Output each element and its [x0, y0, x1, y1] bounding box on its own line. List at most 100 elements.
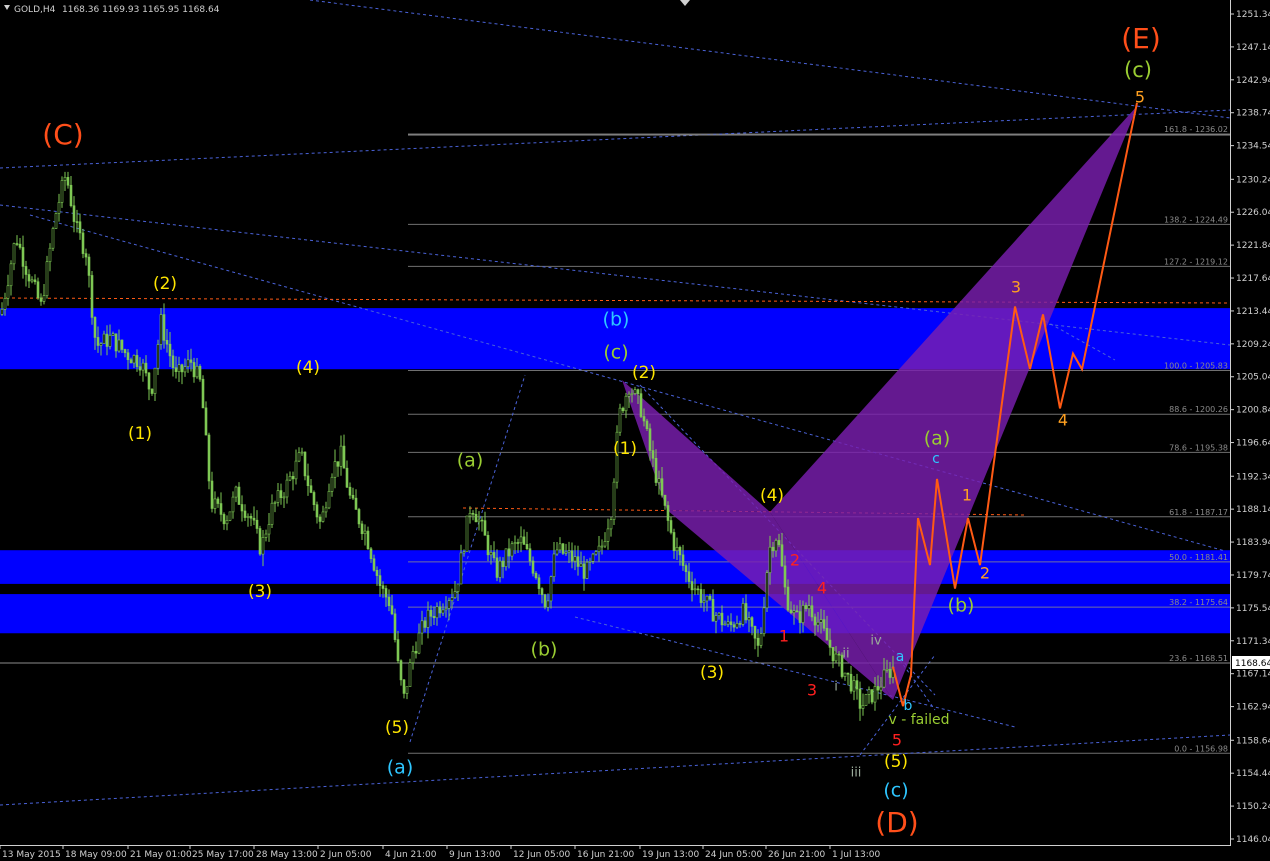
candle-body — [732, 624, 736, 628]
price-tick-label: 1247.14 — [1236, 43, 1270, 53]
candle-body — [582, 563, 586, 579]
price-tick-label: 1251.34 — [1236, 10, 1270, 20]
candle-body — [879, 686, 883, 691]
candle-body — [516, 542, 520, 544]
candle-body — [756, 637, 760, 646]
candle-body — [543, 594, 547, 608]
fib-level-label: 61.8 - 1187.17 — [1169, 508, 1228, 517]
candle-body — [273, 502, 277, 504]
wave-label: (b) — [531, 639, 558, 661]
wave-label: (D) — [875, 806, 918, 839]
candle-body — [99, 343, 103, 346]
candle-body — [432, 616, 436, 619]
candle-body — [270, 502, 274, 525]
candle-body — [768, 546, 772, 573]
price-tick-label: 1196.64 — [1236, 439, 1270, 449]
candle-body — [657, 478, 661, 483]
candle-body — [129, 359, 133, 364]
candle-body — [837, 653, 841, 656]
candle-body — [30, 279, 34, 282]
candle-body — [204, 407, 208, 436]
candle-body — [258, 528, 262, 555]
candle-body — [858, 688, 862, 709]
candle-body — [144, 362, 148, 374]
candle-body — [480, 519, 484, 522]
wave-label: 2 — [980, 564, 990, 583]
candle-body — [393, 613, 397, 640]
candle-body — [687, 571, 691, 582]
candle-body — [501, 560, 505, 567]
candle-body — [333, 461, 337, 478]
candle-body — [843, 672, 847, 677]
wave-label: (4) — [760, 486, 784, 506]
wave-label: (5) — [385, 718, 409, 738]
candle-body — [207, 434, 211, 482]
candle-body — [429, 609, 433, 617]
candle-body — [285, 479, 289, 498]
fib-level-label: 88.6 - 1200.26 — [1169, 405, 1228, 414]
candle-body — [642, 416, 646, 422]
candle-body — [780, 544, 784, 567]
candle-body — [438, 606, 442, 614]
candle-body — [585, 561, 589, 579]
candle-body — [297, 452, 301, 462]
candle-body — [738, 623, 742, 625]
price-chart[interactable]: 161.8 - 1236.02 138.2 - 1224.49 127.2 - 12… — [0, 0, 1270, 861]
candle-body — [705, 595, 709, 602]
candle-body — [735, 623, 739, 628]
candle-body — [519, 536, 523, 544]
fib-level-label: 23.6 - 1168.51 — [1169, 654, 1228, 663]
candle-body — [531, 560, 535, 574]
price-tick-label: 1175.54 — [1236, 604, 1270, 614]
candle-body — [201, 378, 205, 409]
candle-body — [753, 626, 757, 639]
candle-body — [747, 617, 751, 621]
candle-body — [114, 333, 118, 352]
time-tick-label: 28 May 13:00 — [256, 850, 318, 860]
candle-body — [600, 545, 604, 548]
wave-label: (1) — [613, 439, 637, 459]
candle-body — [84, 253, 88, 258]
candle-body — [441, 609, 445, 614]
candle-body — [678, 547, 682, 556]
candle-body — [60, 180, 64, 203]
candle-body — [162, 314, 166, 341]
candle-body — [786, 586, 790, 611]
candle-body — [471, 513, 475, 515]
candle-body — [636, 389, 640, 394]
wave-label: 2 — [790, 551, 800, 570]
wave-label: c — [932, 451, 940, 467]
wave-label: 4 — [1058, 411, 1068, 430]
time-tick-label: 4 Jun 21:00 — [385, 850, 437, 860]
candle-body — [882, 669, 886, 688]
time-tick-label: 21 May 01:00 — [130, 850, 192, 860]
candle-body — [345, 467, 349, 488]
candle-body — [435, 606, 439, 619]
candle-body — [540, 588, 544, 596]
candle-body — [126, 352, 130, 360]
price-tick-label: 1162.94 — [1236, 703, 1270, 713]
wave-label: (a) — [387, 757, 413, 779]
candle-body — [222, 514, 226, 525]
candle-body — [408, 662, 412, 687]
price-tick-label: 1158.64 — [1236, 736, 1270, 746]
candle-body — [831, 647, 835, 662]
candle-body — [606, 528, 610, 542]
wave-label: iv — [870, 634, 882, 649]
candle-body — [81, 232, 85, 254]
candle-body — [546, 600, 550, 608]
wave-label: (3) — [700, 663, 724, 683]
candle-body — [552, 553, 556, 577]
price-tick-label: 1238.74 — [1236, 109, 1270, 119]
candle-body — [762, 607, 766, 635]
candle-body — [717, 612, 721, 616]
wave-label: iii — [851, 766, 862, 781]
symbol-label: GOLD,H4 — [14, 5, 56, 15]
candle-body — [327, 491, 331, 509]
candle-body — [378, 575, 382, 586]
wave-label: (a) — [924, 428, 950, 450]
current-price-label: 1168.64 — [1235, 659, 1270, 669]
candle-body — [231, 496, 235, 513]
wave-label: (b) — [948, 595, 975, 617]
candle-body — [237, 486, 241, 505]
